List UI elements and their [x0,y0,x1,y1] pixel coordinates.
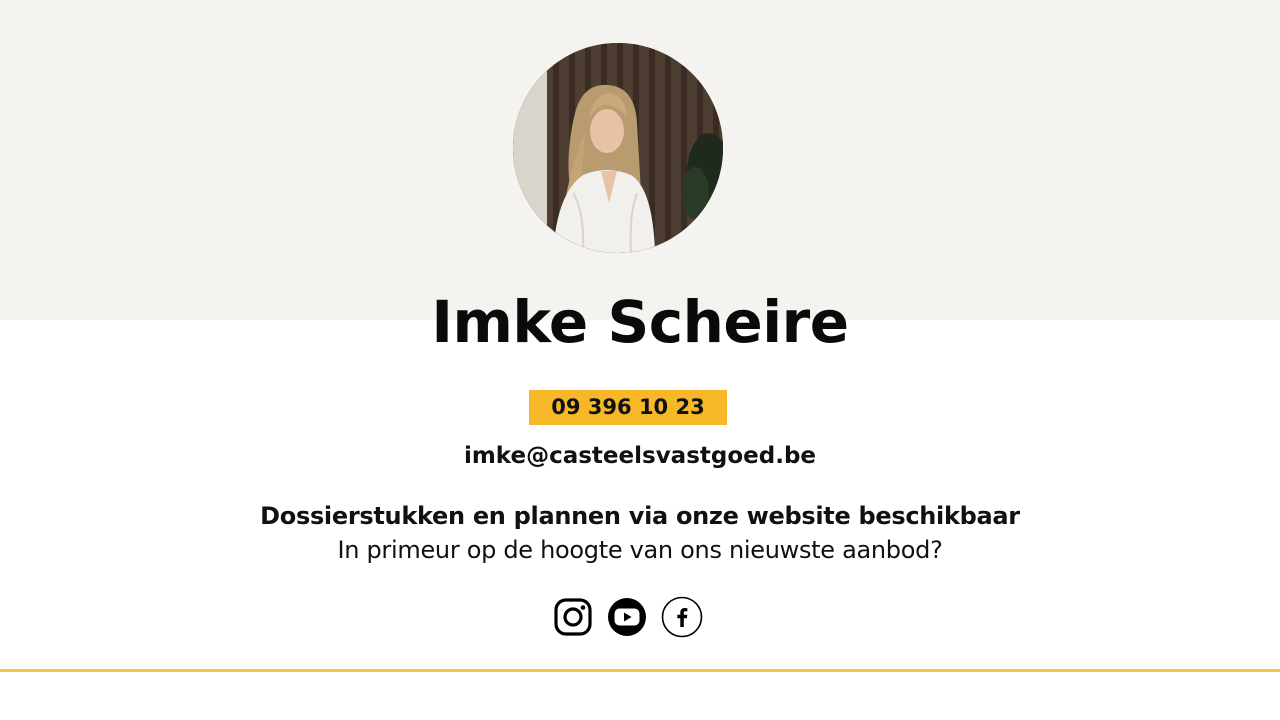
facebook-icon [661,596,703,638]
youtube-icon [608,598,646,636]
instagram-icon [554,598,592,636]
primeur-text: In primeur op de hoogte van ons nieuwste… [337,536,943,564]
facebook-link[interactable] [661,596,703,638]
youtube-link[interactable] [607,596,649,638]
phone-link[interactable]: 09 396 10 23 [529,390,727,425]
instagram-link[interactable] [553,596,595,638]
email-link[interactable]: imke@casteelsvastgoed.be [0,440,1280,472]
profile-photo [513,43,723,253]
profile-name: Imke Scheire [431,288,849,356]
dossier-text: Dossierstukken en plannen via onze websi… [260,502,1020,530]
footer-divider [0,669,1280,672]
phone-row: 09 396 10 23 [0,390,1280,425]
social-links [553,596,713,640]
